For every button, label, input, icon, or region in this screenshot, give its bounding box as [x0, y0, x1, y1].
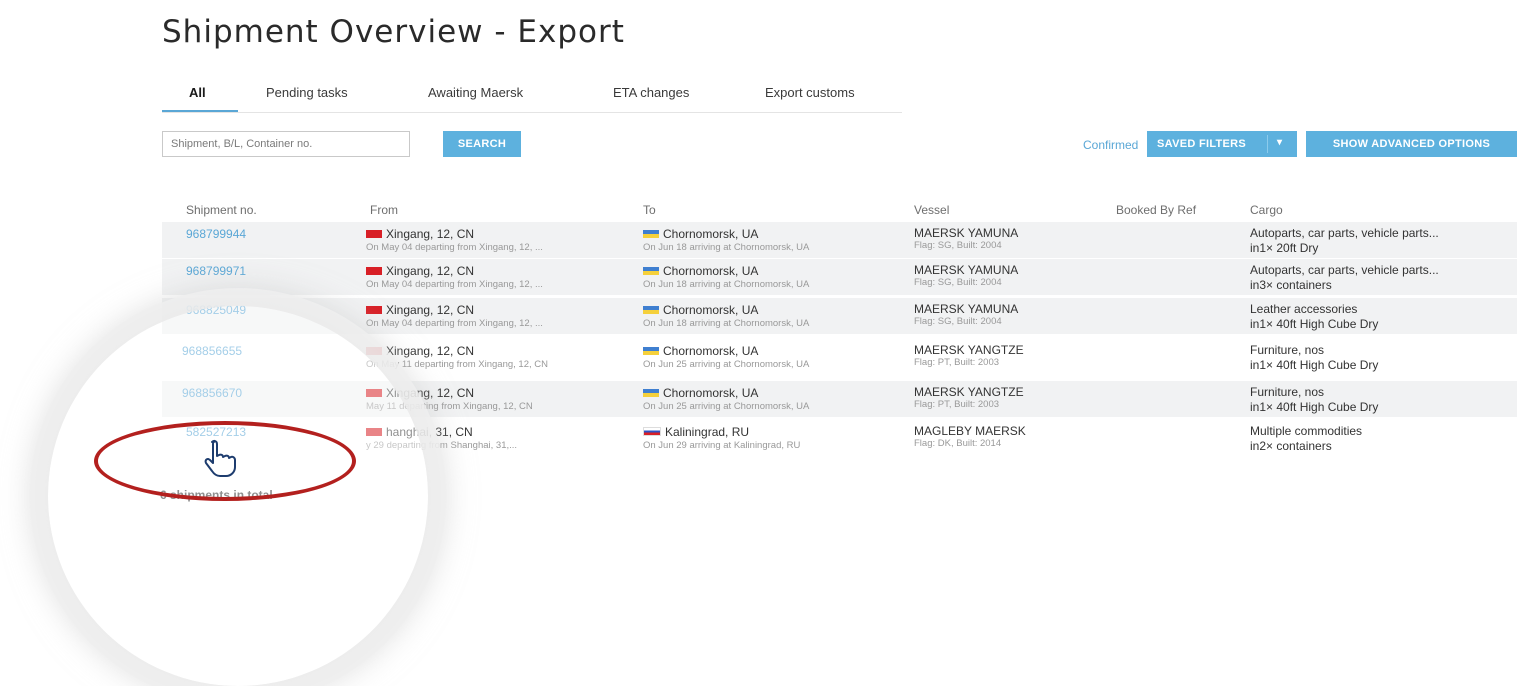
cn-flag-icon: [366, 266, 382, 275]
cn-flag-icon: [366, 388, 382, 397]
vessel-detail: Flag: SG, Built: 2004: [914, 316, 1002, 327]
shipment-number-link[interactable]: 968799944: [186, 227, 246, 241]
vessel-name: MAGLEBY MAERSK: [914, 424, 1026, 438]
button-divider: [1267, 135, 1268, 153]
origin-detail: On May 04 departing from Xingang, 12, ..…: [366, 242, 543, 253]
origin-detail: y 29 departing from Shanghai, 31,...: [366, 440, 518, 451]
saved-filters-button[interactable]: SAVED FILTERS ▾: [1147, 131, 1297, 157]
shipment-number-link[interactable]: 968856655: [182, 344, 242, 358]
tab-all[interactable]: All: [189, 85, 206, 100]
vessel-detail: Flag: DK, Built: 2014: [914, 438, 1002, 449]
ua-flag-icon: [643, 305, 659, 314]
table-row[interactable]: 968856670 Xingang, 12, CN May 11 departing…: [162, 381, 1517, 417]
cn-flag-icon: [366, 427, 382, 436]
column-header-from[interactable]: From: [370, 203, 398, 217]
destination-location: Chornomorsk, UA: [643, 344, 893, 358]
cargo-detail: in2× containers: [1250, 439, 1332, 453]
table-row[interactable]: 968825049 Xingang, 12, CN On May 04 depart…: [162, 298, 1517, 334]
origin-detail: May 11 departing from Xingang, 12, CN: [366, 401, 533, 412]
origin-location: Xingang, 12, CN: [366, 264, 616, 278]
vessel-name: MAERSK YANGTZE: [914, 343, 1024, 357]
destination-location: Chornomorsk, UA: [643, 303, 893, 317]
origin-location: Xingang, 12, CN: [366, 227, 616, 241]
shipment-number-link[interactable]: 968799971: [186, 264, 246, 278]
tab-bar: All Pending tasks Awaiting Maersk ETA ch…: [162, 85, 902, 115]
vessel-name: MAERSK YANGTZE: [914, 385, 1024, 399]
cargo-detail: in1× 40ft High Cube Dry: [1250, 358, 1379, 372]
destination-location: Chornomorsk, UA: [643, 264, 893, 278]
vessel-detail: Flag: SG, Built: 2004: [914, 240, 1002, 251]
table-row[interactable]: 968856655 Xingang, 12, CN On May 11 depart…: [162, 339, 1517, 375]
table-row[interactable]: 582527213 hanghai, 31, CN y 29 departing f…: [162, 420, 1517, 456]
shipment-number-link[interactable]: 968825049: [186, 303, 246, 317]
ua-flag-icon: [643, 346, 659, 355]
show-advanced-options-button[interactable]: SHOW ADVANCED OPTIONS: [1306, 131, 1517, 157]
search-button[interactable]: SEARCH: [443, 131, 521, 157]
tab-eta-changes[interactable]: ETA changes: [613, 85, 689, 100]
destination-detail: On Jun 29 arriving at Kaliningrad, RU: [643, 440, 801, 451]
cargo-description: Leather accessories: [1250, 302, 1358, 316]
shipments-total: 6 shipments in total: [160, 488, 273, 502]
destination-location: Chornomorsk, UA: [643, 227, 893, 241]
cargo-detail: in1× 40ft High Cube Dry: [1250, 400, 1379, 414]
vessel-detail: Flag: PT, Built: 2003: [914, 399, 1000, 410]
origin-detail: On May 04 departing from Xingang, 12, ..…: [366, 279, 543, 290]
column-header-to[interactable]: To: [643, 203, 656, 217]
vessel-detail: Flag: PT, Built: 2003: [914, 357, 1000, 368]
search-input[interactable]: [162, 131, 410, 157]
column-header-booked-by-ref[interactable]: Booked By Ref: [1116, 203, 1196, 217]
origin-location: Xingang, 12, CN: [366, 386, 616, 400]
destination-location: Chornomorsk, UA: [643, 386, 893, 400]
column-header-vessel[interactable]: Vessel: [914, 203, 949, 217]
origin-location: Xingang, 12, CN: [366, 344, 616, 358]
ua-flag-icon: [643, 229, 659, 238]
vessel-name: MAERSK YAMUNA: [914, 263, 1019, 277]
origin-location: hanghai, 31, CN: [366, 425, 616, 439]
destination-detail: On Jun 18 arriving at Chornomorsk, UA: [643, 242, 810, 253]
shipment-number-link[interactable]: 968856670: [182, 386, 242, 400]
cargo-description: Autoparts, car parts, vehicle parts...: [1250, 263, 1439, 277]
table-row[interactable]: 968799971 Xingang, 12, CN On May 04 depart…: [162, 259, 1517, 295]
vessel-name: MAERSK YAMUNA: [914, 302, 1019, 316]
tab-awaiting-maersk[interactable]: Awaiting Maersk: [428, 85, 523, 100]
hand-pointer-icon: [204, 439, 236, 477]
column-header-cargo[interactable]: Cargo: [1250, 203, 1283, 217]
origin-detail: On May 11 departing from Xingang, 12, CN: [366, 359, 549, 370]
table-row[interactable]: 968799944 Xingang, 12, CN On May 04 depart…: [162, 222, 1517, 258]
cargo-detail: in1× 40ft High Cube Dry: [1250, 317, 1379, 331]
destination-location: Kaliningrad, RU: [643, 425, 893, 439]
tabs-divider: [162, 112, 902, 113]
chevron-down-icon[interactable]: ▾: [1277, 137, 1282, 148]
destination-detail: On Jun 18 arriving at Chornomorsk, UA: [643, 318, 810, 329]
cn-flag-icon: [366, 229, 382, 238]
cn-flag-icon: [366, 305, 382, 314]
origin-location: Xingang, 12, CN: [366, 303, 616, 317]
tab-pending-tasks[interactable]: Pending tasks: [266, 85, 348, 100]
confirmed-filter-link[interactable]: Confirmed: [1083, 138, 1138, 152]
saved-filters-label: SAVED FILTERS: [1157, 138, 1247, 150]
destination-detail: On Jun 25 arriving at Chornomorsk, UA: [643, 359, 810, 370]
origin-detail: On May 04 departing from Xingang, 12, ..…: [366, 318, 543, 329]
ua-flag-icon: [643, 388, 659, 397]
cargo-detail: in3× containers: [1250, 278, 1332, 292]
cargo-description: Multiple commodities: [1250, 424, 1363, 438]
destination-detail: On Jun 25 arriving at Chornomorsk, UA: [643, 401, 810, 412]
cargo-description: Autoparts, car parts, vehicle parts...: [1250, 226, 1439, 240]
cn-flag-icon: [366, 346, 382, 355]
page-title: Shipment Overview - Export: [162, 14, 625, 50]
vessel-name: MAERSK YAMUNA: [914, 226, 1019, 240]
destination-detail: On Jun 18 arriving at Chornomorsk, UA: [643, 279, 810, 290]
cargo-description: Furniture, nos: [1250, 385, 1325, 399]
shipment-number-link[interactable]: 582527213: [186, 425, 246, 439]
ua-flag-icon: [643, 266, 659, 275]
vessel-detail: Flag: SG, Built: 2004: [914, 277, 1002, 288]
cargo-detail: in1× 20ft Dry: [1250, 241, 1319, 255]
column-header-shipment-no[interactable]: Shipment no.: [186, 203, 257, 217]
ru-flag-icon: [643, 427, 661, 437]
tab-export-customs[interactable]: Export customs: [765, 85, 855, 100]
cargo-description: Furniture, nos: [1250, 343, 1325, 357]
